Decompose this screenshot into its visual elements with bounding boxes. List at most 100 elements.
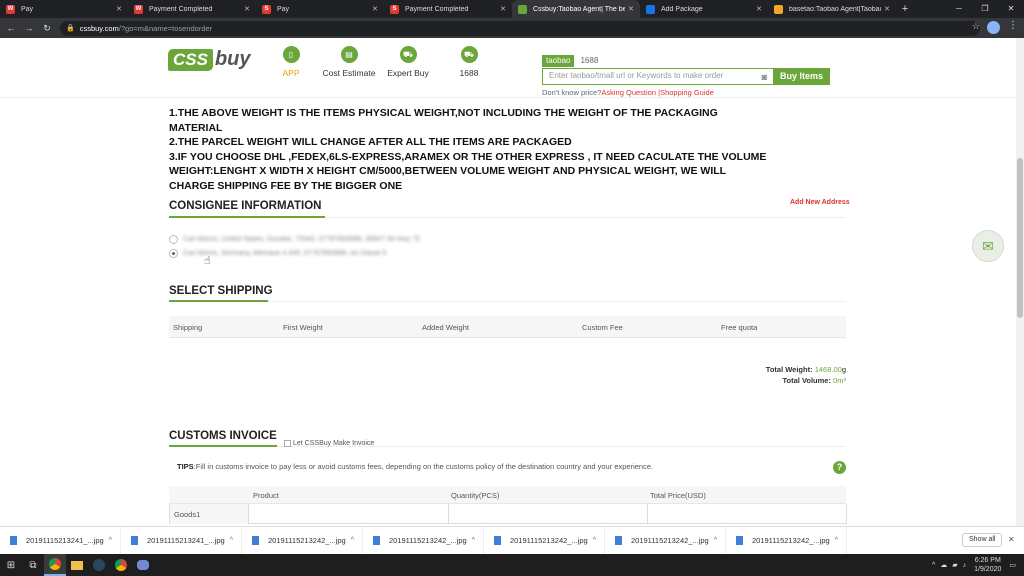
show-all-downloads-button[interactable]: Show all: [962, 533, 1003, 547]
shipping-divider: [169, 301, 846, 302]
browser-tab[interactable]: basetao:Taobao Agent|Taobao Ex✕: [768, 0, 896, 18]
buy-items-button[interactable]: Buy Items: [773, 68, 830, 85]
chrome-icon[interactable]: [44, 554, 66, 576]
reload-icon[interactable]: ↻: [40, 23, 54, 34]
browser-tab[interactable]: Add Package ✕: [640, 0, 768, 18]
chevron-up-icon[interactable]: ^: [714, 537, 717, 544]
notifications-icon[interactable]: ▭: [1009, 561, 1016, 569]
close-downloads-icon[interactable]: ✕: [1008, 535, 1015, 544]
browser-tab[interactable]: W Pay ✕: [0, 0, 128, 18]
file-icon: [131, 536, 138, 545]
tab-favicon-icon: S: [262, 4, 271, 14]
chevron-up-icon[interactable]: ^: [109, 537, 112, 544]
tray-chevron-icon[interactable]: ^: [932, 562, 935, 569]
file-icon: [494, 536, 501, 545]
download-item[interactable]: 20191115213241_...jpg ^: [121, 526, 242, 555]
invoice-checkbox[interactable]: [284, 440, 291, 447]
nav-cost-estimate[interactable]: ▤ Cost Estimate: [320, 46, 378, 78]
download-item[interactable]: 20191115213242_...jpg ^: [726, 526, 847, 555]
browser-menu-icon[interactable]: ⋮: [1008, 20, 1018, 31]
chrome-app-icon[interactable]: [110, 554, 132, 576]
bookmark-star-icon[interactable]: ☆: [972, 21, 980, 32]
nav-cost-estimate-label: Cost Estimate: [322, 68, 376, 78]
forward-icon[interactable]: →: [22, 23, 36, 33]
nav-app[interactable]: ▯ APP: [282, 46, 300, 78]
new-tab-button[interactable]: +: [896, 0, 914, 18]
camera-icon[interactable]: ◙: [762, 70, 767, 84]
task-view-icon[interactable]: ⧉: [22, 554, 44, 576]
search-tab-1688[interactable]: 1688: [574, 55, 604, 67]
tab-favicon-icon: W: [6, 4, 15, 14]
tab-close-icon[interactable]: ✕: [756, 5, 762, 13]
tab-favicon-icon: [646, 4, 655, 14]
product-input[interactable]: [250, 504, 449, 524]
close-window-button[interactable]: ✕: [998, 0, 1024, 18]
tab-close-icon[interactable]: ✕: [884, 5, 890, 13]
scrollbar-thumb[interactable]: [1017, 158, 1023, 318]
browser-tab[interactable]: S Payment Completed ✕: [384, 0, 512, 18]
tab-label: Payment Completed: [149, 5, 213, 13]
tab-close-icon[interactable]: ✕: [628, 5, 634, 13]
steam-icon[interactable]: [88, 554, 110, 576]
volume-icon[interactable]: ♪: [963, 562, 967, 569]
maximize-button[interactable]: ❐: [972, 0, 998, 18]
address-option[interactable]: Carl Morris, Germany, Altenaue 4 445, 07…: [169, 249, 386, 258]
download-item[interactable]: 20191115213242_...jpg ^: [605, 526, 726, 555]
network-icon[interactable]: ▰: [952, 561, 957, 569]
add-new-address-link[interactable]: Add New Address: [790, 199, 850, 206]
quantity-input[interactable]: [449, 504, 648, 524]
file-explorer-icon[interactable]: [66, 554, 88, 576]
nav-1688[interactable]: ⛟ 1688: [456, 46, 482, 78]
help-question-icon[interactable]: ?: [833, 461, 846, 474]
profile-avatar[interactable]: [987, 21, 1000, 34]
nav-expert-buy[interactable]: ⛟ Expert Buy: [385, 46, 431, 78]
download-filename: 20191115213242_...jpg: [510, 536, 588, 545]
search-input[interactable]: Enter taobao/tmall url or Keywords to ma…: [542, 68, 773, 85]
browser-tab[interactable]: Cssbuy:Taobao Agent| The best c✕: [512, 0, 640, 18]
asking-question-link[interactable]: Asking Question: [601, 88, 656, 97]
download-item[interactable]: 20191115213242_...jpg ^: [242, 526, 363, 555]
tab-close-icon[interactable]: ✕: [372, 5, 378, 13]
price-input[interactable]: [648, 504, 847, 524]
shopping-guide-link[interactable]: Shopping Guide: [660, 88, 714, 97]
url-path: /?go=m&name=tosendorder: [118, 23, 213, 33]
nav-app-label: APP: [282, 68, 300, 78]
let-cssbuy-invoice-option[interactable]: Let CSSBuy Make Invoice: [284, 440, 374, 447]
browser-tab[interactable]: S Pay ✕: [256, 0, 384, 18]
mail-icon[interactable]: ✉: [972, 230, 1004, 262]
tab-favicon-icon: S: [390, 4, 399, 14]
clock-date: 1/9/2020: [974, 566, 1002, 573]
clock[interactable]: 6:26 PM 1/9/2020: [974, 556, 1001, 574]
page-scrollbar[interactable]: [1016, 38, 1024, 526]
search-tab-taobao[interactable]: taobao: [542, 55, 575, 67]
download-item[interactable]: 20191115213241_...jpg ^: [0, 526, 121, 555]
minimize-button[interactable]: ─: [946, 0, 972, 18]
chevron-up-icon[interactable]: ^: [230, 537, 233, 544]
table-row: Goods1: [169, 504, 847, 524]
browser-tab[interactable]: W Payment Completed ✕: [128, 0, 256, 18]
cart-1688-icon: ⛟: [460, 46, 478, 63]
weight-notes: 1.THE ABOVE WEIGHT IS THE ITEMS PHYSICAL…: [169, 106, 769, 194]
shipping-totals: Total Weight: 1468.00g Total Volume: 0m³: [766, 364, 846, 386]
cssbuy-logo[interactable]: CSS buy: [168, 48, 251, 71]
url-bar[interactable]: 🔒 cssbuy.com/?go=m&name=tosendorder: [60, 20, 980, 36]
tab-close-icon[interactable]: ✕: [500, 5, 506, 13]
chevron-up-icon[interactable]: ^: [835, 537, 838, 544]
address-radio-selected[interactable]: [169, 249, 178, 258]
address-radio[interactable]: [169, 235, 178, 244]
logo-buy: buy: [214, 48, 251, 70]
back-icon[interactable]: ←: [4, 23, 18, 33]
download-item[interactable]: 20191115213242_...jpg ^: [363, 526, 484, 555]
discord-icon[interactable]: [132, 554, 154, 576]
chevron-up-icon[interactable]: ^: [593, 537, 596, 544]
chevron-up-icon[interactable]: ^: [351, 537, 354, 544]
address-option[interactable]: Carl Morris, United States, Dundee, 7534…: [169, 235, 420, 244]
cloud-icon[interactable]: ☁: [940, 561, 947, 569]
col-added-weight: Added Weight: [422, 323, 469, 332]
tab-close-icon[interactable]: ✕: [244, 5, 250, 13]
download-item[interactable]: 20191115213242_...jpg ^: [484, 526, 605, 555]
tab-close-icon[interactable]: ✕: [116, 5, 122, 13]
tab-label: basetao:Taobao Agent|Taobao Ex: [789, 5, 882, 13]
windows-start-icon[interactable]: ⊞: [0, 554, 22, 576]
chevron-up-icon[interactable]: ^: [472, 537, 475, 544]
